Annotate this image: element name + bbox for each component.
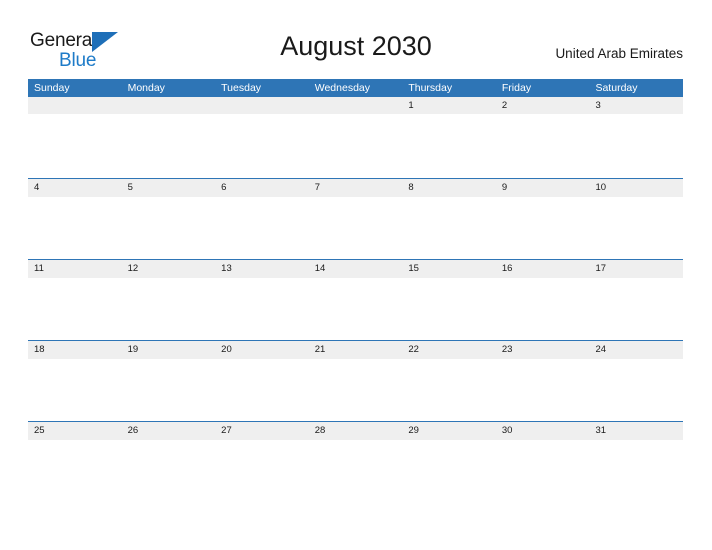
day-cell[interactable]: 6 xyxy=(215,179,309,197)
week-daynumber-band: 4 5 6 7 8 9 10 xyxy=(28,178,683,197)
day-cell[interactable]: 3 xyxy=(589,97,683,114)
day-cell[interactable]: 25 xyxy=(28,422,122,440)
calendar-grid: Sunday Monday Tuesday Wednesday Thursday… xyxy=(28,79,683,502)
week-row: 18 19 20 21 22 23 24 xyxy=(28,340,683,421)
day-cell[interactable]: 29 xyxy=(402,422,496,440)
week-daynumber-band: 18 19 20 21 22 23 24 xyxy=(28,340,683,359)
day-cell[interactable]: 8 xyxy=(402,179,496,197)
day-cell[interactable]: 22 xyxy=(402,341,496,359)
day-cell[interactable] xyxy=(122,97,216,114)
day-cell[interactable]: 31 xyxy=(589,422,683,440)
day-cell[interactable]: 28 xyxy=(309,422,403,440)
day-cell[interactable]: 18 xyxy=(28,341,122,359)
weekday-header-wednesday: Wednesday xyxy=(314,82,370,94)
day-cell[interactable]: 26 xyxy=(122,422,216,440)
day-cell[interactable]: 5 xyxy=(122,179,216,197)
day-cell[interactable]: 15 xyxy=(402,260,496,278)
week-row: 11 12 13 14 15 16 17 xyxy=(28,259,683,340)
day-cell[interactable]: 1 xyxy=(402,97,496,114)
weekday-header-monday: Monday xyxy=(127,82,165,94)
page-header: General Blue August 2030 United Arab Emi… xyxy=(0,0,712,79)
day-cell[interactable]: 13 xyxy=(215,260,309,278)
day-cell[interactable] xyxy=(309,97,403,114)
weekday-header-tuesday: Tuesday xyxy=(221,82,262,94)
day-cell[interactable]: 4 xyxy=(28,179,122,197)
day-cell[interactable]: 7 xyxy=(309,179,403,197)
week-row: 1 2 3 xyxy=(28,97,683,178)
week-row: 4 5 6 7 8 9 10 xyxy=(28,178,683,259)
day-cell[interactable]: 17 xyxy=(589,260,683,278)
day-cell[interactable] xyxy=(28,97,122,114)
day-cell[interactable]: 21 xyxy=(309,341,403,359)
day-cell[interactable]: 10 xyxy=(589,179,683,197)
day-cell[interactable]: 30 xyxy=(496,422,590,440)
day-cell[interactable]: 24 xyxy=(589,341,683,359)
day-cell[interactable]: 23 xyxy=(496,341,590,359)
day-cell[interactable]: 20 xyxy=(215,341,309,359)
day-cell[interactable]: 14 xyxy=(309,260,403,278)
day-cell[interactable]: 12 xyxy=(122,260,216,278)
week-daynumber-band: 1 2 3 xyxy=(28,97,683,114)
weekday-header-row: Sunday Monday Tuesday Wednesday Thursday… xyxy=(28,79,683,97)
week-row: 25 26 27 28 29 30 31 xyxy=(28,421,683,502)
weekday-header-sunday: Sunday xyxy=(34,82,70,94)
week-daynumber-band: 11 12 13 14 15 16 17 xyxy=(28,259,683,278)
day-cell[interactable]: 16 xyxy=(496,260,590,278)
weekday-header-thursday: Thursday xyxy=(408,82,453,94)
weekday-header-saturday: Saturday xyxy=(595,82,638,94)
day-cell[interactable]: 11 xyxy=(28,260,122,278)
day-cell[interactable]: 9 xyxy=(496,179,590,197)
week-daynumber-band: 25 26 27 28 29 30 31 xyxy=(28,421,683,440)
day-cell[interactable]: 2 xyxy=(496,97,590,114)
day-cell[interactable] xyxy=(215,97,309,114)
country-label: United Arab Emirates xyxy=(555,46,683,61)
day-cell[interactable]: 19 xyxy=(122,341,216,359)
weekday-header-friday: Friday xyxy=(501,82,532,94)
day-cell[interactable]: 27 xyxy=(215,422,309,440)
